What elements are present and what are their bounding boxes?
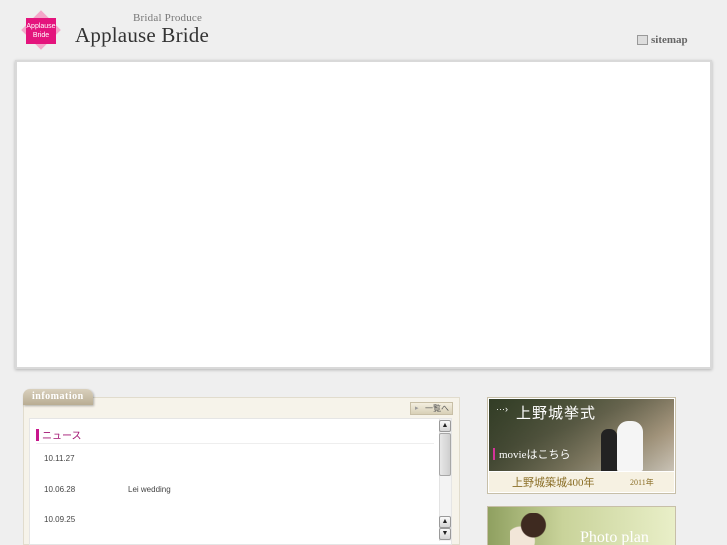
- news-date: 10.11.27: [44, 454, 75, 463]
- brand-title[interactable]: Applause Bride: [75, 23, 209, 48]
- news-date: 10.09.25: [44, 515, 76, 524]
- couple-photo: [510, 513, 562, 545]
- scroll-thumb[interactable]: [439, 433, 451, 476]
- sitemap-link[interactable]: sitemap: [637, 33, 688, 47]
- main-visual-panel: [15, 60, 712, 369]
- scroll-down-button[interactable]: ▲: [439, 516, 451, 528]
- info-tab: infomation: [23, 389, 93, 405]
- ueno-footer-main: 上野城築城400年: [512, 477, 595, 489]
- scroll-up-button[interactable]: ▲: [439, 420, 451, 432]
- movie-label: movieはこちら: [499, 449, 571, 461]
- news-heading-bar: [36, 428, 39, 441]
- groom-figure: [601, 429, 617, 471]
- sitemap-icon: [637, 35, 648, 45]
- sitemap-label: sitemap: [651, 34, 688, 46]
- bride-figure: [617, 421, 643, 471]
- photo-plan-banner[interactable]: Photo plan: [487, 506, 676, 545]
- logo-text: Applause Bride: [26, 23, 56, 39]
- news-heading: ニュース: [36, 427, 82, 442]
- news-row[interactable]: 10.06.28 Lei wedding: [44, 485, 171, 494]
- ueno-heading: 上野城挙式: [516, 406, 597, 422]
- news-row[interactable]: 10.09.25: [44, 515, 128, 524]
- ueno-footer: 上野城築城400年 2011年: [489, 472, 674, 492]
- news-date: 10.06.28: [44, 485, 76, 494]
- news-title[interactable]: Lei wedding: [128, 485, 171, 494]
- movie-bar: [493, 448, 495, 460]
- scroll-down-button[interactable]: ▼: [439, 528, 451, 540]
- ueno-footer-year: 2011年: [630, 478, 654, 487]
- news-heading-label: ニュース: [42, 431, 82, 442]
- news-divider: [36, 443, 434, 444]
- ueno-castle-banner[interactable]: ···› 上野城挙式 movieはこちら 上野城築城400年 2011年: [487, 397, 676, 494]
- photo-plan-label: Photo plan: [580, 529, 649, 545]
- arrow-icon: ···›: [496, 404, 508, 414]
- news-row[interactable]: 10.11.27: [44, 454, 128, 463]
- news-panel: [29, 418, 452, 545]
- logo[interactable]: Applause Bride: [21, 10, 61, 50]
- info-tab-label: infomation: [32, 391, 84, 402]
- movie-link[interactable]: movieはこちら: [493, 446, 571, 462]
- list-button[interactable]: 一覧へ: [410, 402, 453, 415]
